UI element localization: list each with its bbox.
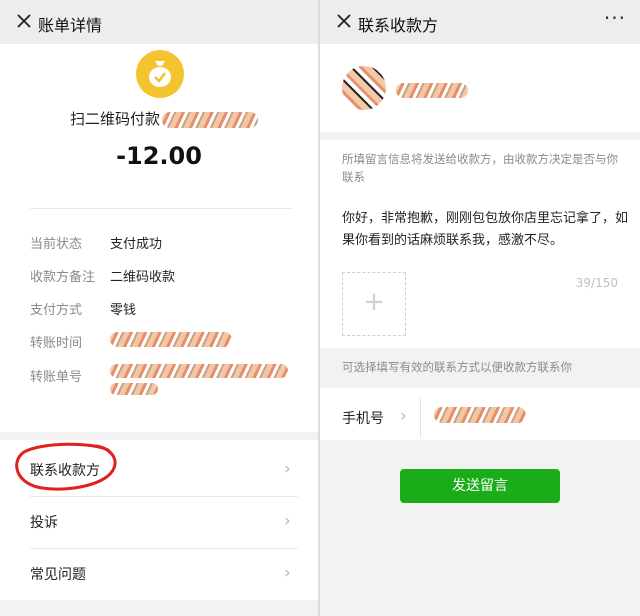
chevron-right-icon: › — [284, 511, 291, 531]
transfer-time-value — [110, 332, 232, 347]
redacted-transfer-number-2 — [110, 383, 158, 395]
divider — [420, 398, 421, 438]
status-value: 支付成功 — [110, 237, 163, 252]
plus-icon: + — [363, 287, 385, 317]
more-dots-icon[interactable]: ··· — [604, 6, 626, 30]
close-icon[interactable] — [332, 9, 356, 33]
avatar — [342, 66, 386, 110]
red-highlight-circle — [15, 442, 117, 491]
faq-label: 常见问题 — [30, 567, 86, 583]
faq-item[interactable]: 常见问题 › — [0, 548, 318, 598]
redacted-transfer-number — [110, 364, 288, 378]
payment-method-label: 支付方式 — [30, 303, 83, 318]
section-separator — [0, 432, 318, 440]
chevron-right-icon: › — [284, 459, 291, 479]
add-image-button[interactable]: + — [342, 272, 406, 336]
chevron-right-icon: › — [284, 563, 291, 583]
status-label: 当前状态 — [30, 237, 83, 252]
redacted-transfer-time — [110, 332, 232, 347]
divider — [30, 208, 292, 209]
transfer-number-value — [110, 364, 288, 395]
phone-input[interactable] — [434, 404, 526, 423]
amount: -12.00 — [116, 142, 202, 170]
message-hint: 所填留言信息将发送给收款方，由收款方决定是否与你联系 — [342, 152, 618, 184]
contact-payee-panel: 联系收款方 ··· 所填留言信息将发送给收款方，由收款方决定是否与你联系 你好，… — [320, 0, 640, 616]
redacted-phone-number — [434, 406, 526, 423]
nav-bar: 账单详情 — [0, 0, 318, 44]
redacted-payee-name — [162, 111, 259, 128]
payment-title-text: 扫二维码付款 — [70, 110, 161, 128]
close-icon[interactable] — [12, 9, 36, 33]
bill-detail-panel: 账单详情 扫二维码付款 -12.00 当前状态 支付成功 收款方备注 二维码收款… — [0, 0, 318, 616]
page-title: 账单详情 — [38, 16, 103, 35]
message-textarea[interactable]: 你好，非常抱歉，刚刚包包放你店里忘记拿了，如果你看到的话麻烦联系我，感激不尽。 — [342, 208, 628, 252]
bottom-band — [0, 600, 318, 616]
money-bag-icon — [136, 50, 184, 98]
section-separator — [320, 132, 640, 140]
payee-remark-value: 二维码收款 — [110, 270, 176, 285]
redacted-payee-name — [396, 83, 468, 98]
complaint-item[interactable]: 投诉 › — [0, 496, 318, 546]
payment-title: 扫二维码付款 — [70, 108, 259, 129]
bottom-area — [320, 440, 640, 616]
send-message-button[interactable]: 发送留言 — [400, 469, 560, 503]
char-counter: 39/150 — [575, 276, 618, 290]
payee-name — [396, 80, 468, 99]
payee-remark-label: 收款方备注 — [30, 270, 96, 285]
transfer-number-label: 转账单号 — [30, 370, 83, 385]
complaint-label: 投诉 — [30, 515, 58, 531]
contact-hint: 可选择填写有效的联系方式以便收款方联系你 — [342, 360, 572, 374]
payment-method-value: 零钱 — [110, 303, 137, 318]
phone-label: 手机号 — [342, 411, 384, 427]
chevron-right-icon[interactable]: › — [400, 406, 407, 426]
transfer-time-label: 转账时间 — [30, 336, 83, 351]
nav-bar: 联系收款方 ··· — [320, 0, 640, 44]
page-title: 联系收款方 — [358, 16, 439, 35]
